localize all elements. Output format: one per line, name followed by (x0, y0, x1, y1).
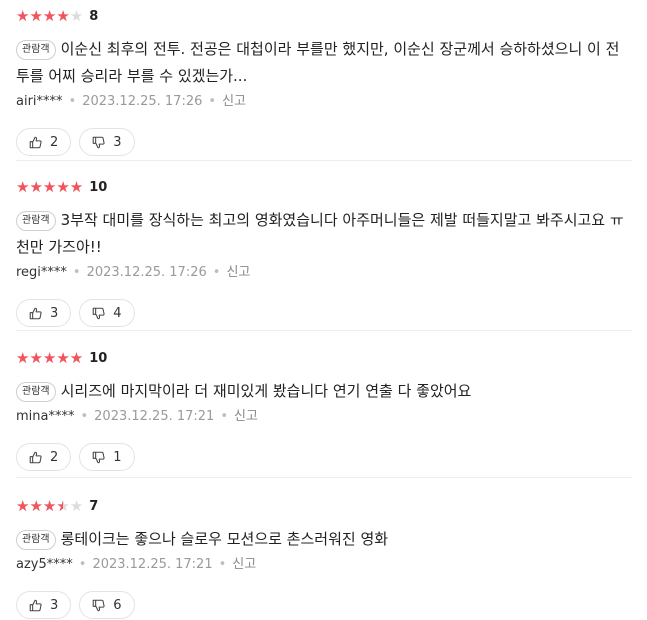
vote-buttons: 3 6 (16, 591, 628, 619)
review-meta: airi**** • 2023.12.25. 17:26 • 신고 (16, 92, 628, 112)
review-item: ★★★★★★★★★★ 8 관람객이순신 최후의 전투. 전공은 대첩이라 부를만… (0, 6, 628, 156)
star-rating: ★★★★★★★★★★ (16, 178, 84, 196)
dislike-count: 1 (113, 449, 122, 465)
thumbs-down-icon (92, 451, 105, 463)
rating-row: ★★★★★★★★★★ 7 (16, 496, 628, 516)
review-item: ★★★★★ ★★★★★ 10 관람객 시리즈에 마지막이라 더 재미있게 봤습니다 … (0, 348, 628, 471)
dislike-button[interactable]: 6 (79, 591, 135, 619)
review-text: 롱테이크는 좋으나 슬로우 모션으로 촌스러워진 영화 (60, 530, 389, 548)
like-count: 3 (50, 597, 59, 613)
vote-buttons: 3 4 (16, 299, 628, 327)
like-button[interactable]: 3 (16, 299, 72, 327)
like-button[interactable]: 3 (16, 591, 72, 619)
like-button[interactable]: 2 (16, 443, 72, 471)
thumbs-up-icon (29, 599, 42, 611)
review-text: 시리즈에 마지막이라 더 재미있게 봤습니다 연기 연출 다 좋았어요 (60, 382, 472, 400)
thumbs-down-icon (92, 599, 105, 611)
thumbs-down-icon (92, 136, 105, 148)
rating-score: 10 (89, 179, 108, 195)
review-user: regi**** (16, 265, 67, 280)
thumbs-up-icon (29, 136, 42, 148)
review-item: ★★★★★ ★★★★★ 10 관람객 3부작 대미를 장식하는 최고의 영화였습니다… (0, 177, 628, 327)
star-rating: ★★★★★★★★★★ (16, 7, 84, 25)
meta-separator: • (78, 557, 87, 572)
meta-separator: • (218, 557, 227, 572)
divider (16, 330, 632, 331)
dislike-button[interactable]: 3 (79, 128, 135, 156)
dislike-button[interactable]: 1 (79, 443, 135, 471)
thumbs-up-icon (29, 451, 42, 463)
review-item: ★★★★★★★★★★ 7 관람객롱테이크는 좋으나 슬로우 모션으로 촌스러워진… (0, 496, 628, 619)
dislike-count: 6 (113, 597, 122, 613)
viewer-badge: 관람객 (16, 40, 56, 60)
review-content: 관람객 이순신 최후의 전투. 전공은 대첩이라 부를만 했지만, 이순신 장군께… (16, 36, 628, 90)
review-content: 관람객 3부작 대미를 장식하는 최고의 영화였습니다 아주머니들은 제발 떠들지… (16, 207, 628, 261)
star-rating: ★★★★★★★★★★ (16, 497, 84, 515)
rating-row: ★★★★★ ★★★★★ 10 (16, 177, 628, 197)
viewer-badge: 관람객 (16, 530, 56, 550)
vote-buttons: 2 3 (16, 128, 628, 156)
meta-separator: • (212, 265, 221, 280)
thumbs-up-icon (29, 307, 42, 319)
like-count: 2 (50, 134, 59, 150)
report-link[interactable]: 신고 (234, 409, 258, 424)
review-content: 관람객 시리즈에 마지막이라 더 재미있게 봤습니다 연기 연출 다 좋았어요 (16, 378, 628, 405)
rating-score: 7 (89, 498, 99, 514)
dislike-count: 3 (113, 134, 122, 150)
review-meta: azy5**** • 2023.12.25. 17:21 • 신고 (16, 555, 628, 575)
meta-separator: • (80, 409, 89, 424)
dislike-button[interactable]: 4 (79, 299, 135, 327)
viewer-badge: 관람객 (16, 382, 56, 402)
review-date: 2023.12.25. 17:21 (94, 409, 215, 424)
like-button[interactable]: 2 (16, 128, 72, 156)
report-link[interactable]: 신고 (232, 557, 256, 572)
like-count: 2 (50, 449, 59, 465)
review-date: 2023.12.25. 17:21 (92, 557, 213, 572)
review-user: azy5**** (16, 557, 73, 572)
vote-buttons: 2 1 (16, 443, 628, 471)
review-meta: regi**** • 2023.12.25. 17:26 • 신고 (16, 263, 628, 283)
review-text: 이순신 최후의 전투. 전공은 대첩이라 부를만 했지만, 이순신 장군께서 승… (16, 40, 620, 85)
review-text: 3부작 대미를 장식하는 최고의 영화였습니다 아주머니들은 제발 떠들지말고 … (16, 211, 624, 256)
rating-score: 8 (89, 8, 99, 24)
review-user: airi**** (16, 94, 63, 109)
review-date: 2023.12.25. 17:26 (82, 94, 203, 109)
report-link[interactable]: 신고 (222, 94, 246, 109)
review-content: 관람객 롱테이크는 좋으나 슬로우 모션으로 촌스러워진 영화 (16, 526, 628, 553)
review-user: mina**** (16, 409, 75, 424)
meta-separator: • (208, 94, 217, 109)
report-link[interactable]: 신고 (226, 265, 250, 280)
review-meta: mina**** • 2023.12.25. 17:21 • 신고 (16, 407, 628, 427)
like-count: 3 (50, 305, 59, 321)
star-rating: ★★★★★★★★★★ (16, 349, 84, 367)
viewer-badge: 관람객 (16, 211, 56, 231)
meta-separator: • (72, 265, 81, 280)
divider (16, 477, 632, 478)
thumbs-down-icon (92, 307, 105, 319)
rating-score: 10 (89, 350, 108, 366)
dislike-count: 4 (113, 305, 122, 321)
review-date: 2023.12.25. 17:26 (86, 265, 207, 280)
rating-row: ★★★★★ ★★★★★ 10 (16, 348, 628, 368)
meta-separator: • (220, 409, 228, 424)
divider (16, 160, 632, 161)
meta-separator: • (68, 94, 77, 109)
rating-row: ★★★★★★★★★★ 8 (16, 6, 628, 26)
